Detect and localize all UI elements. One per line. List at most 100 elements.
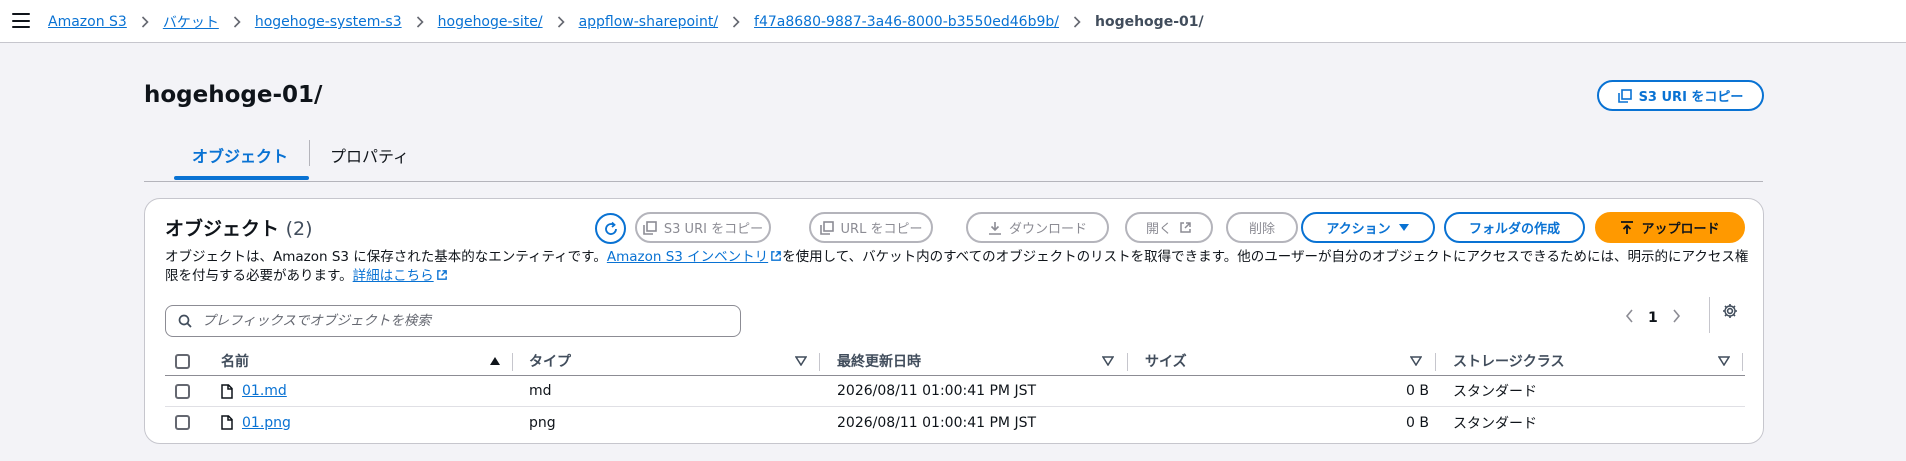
copy-icon: [643, 220, 657, 235]
breadcrumb-bucket[interactable]: hogehoge-system-s3: [255, 14, 402, 30]
tab-bar: オブジェクト プロパティ: [144, 134, 1763, 182]
object-storage-class: スタンダード: [1453, 415, 1537, 432]
object-name-link[interactable]: 01.md: [242, 383, 287, 399]
external-link-icon: [1180, 222, 1191, 233]
gear-icon: [1723, 304, 1737, 318]
active-tab-indicator: [174, 176, 309, 180]
column-header-storage-class[interactable]: ストレージクラス: [1453, 347, 1564, 375]
description-text-1: オブジェクトは、Amazon S3 に保存された基本的なエンティティです。: [165, 249, 607, 265]
download-icon: [988, 221, 1001, 235]
page-title: hogehoge-01/: [144, 82, 323, 108]
chevron-right-icon: [557, 16, 565, 28]
delete-button[interactable]: 削除: [1226, 212, 1298, 243]
search-input[interactable]: [202, 313, 722, 329]
chevron-right-icon: [1073, 16, 1081, 28]
copy-s3-uri-header-button[interactable]: S3 URI をコピー: [1597, 80, 1764, 111]
column-header-last-modified[interactable]: 最終更新日時: [837, 347, 921, 375]
copy-s3-uri-label: S3 URI をコピー: [663, 222, 764, 237]
table-preferences-button[interactable]: [1722, 303, 1738, 323]
object-name-link[interactable]: 01.png: [242, 415, 291, 431]
object-type: png: [529, 414, 556, 431]
learn-more-link-text: 詳細はこちら: [352, 268, 434, 284]
column-header-type[interactable]: タイプ: [529, 347, 571, 375]
pagination: 1: [1625, 309, 1681, 327]
upload-label: アップロード: [1641, 222, 1720, 237]
download-button[interactable]: ダウンロード: [966, 212, 1109, 243]
objects-table: 名前 タイプ 最終更新日時 サイズ ストレージクラス 01.md md 2026…: [165, 347, 1745, 438]
actions-dropdown-button[interactable]: アクション: [1301, 212, 1435, 243]
open-label: 開く: [1145, 222, 1172, 237]
inventory-link-text: Amazon S3 インベントリ: [606, 249, 769, 265]
breadcrumb-current: hogehoge-01/: [1094, 14, 1204, 30]
copy-url-button[interactable]: URL をコピー: [809, 212, 933, 243]
sort-ascending-icon[interactable]: [489, 356, 501, 366]
learn-more-link[interactable]: 詳細はこちら: [353, 268, 448, 284]
table-row: 01.png png 2026/08/11 01:00:41 PM JST 0 …: [165, 407, 1745, 438]
sort-icon[interactable]: [1718, 356, 1730, 366]
create-folder-label: フォルダの作成: [1468, 222, 1560, 237]
tab-properties[interactable]: プロパティ: [330, 143, 409, 167]
sort-icon[interactable]: [795, 356, 807, 366]
row-checkbox[interactable]: [175, 383, 190, 399]
objects-description: オブジェクトは、Amazon S3 に保存された基本的なエンティティです。Ama…: [165, 248, 1755, 286]
copy-s3-uri-button[interactable]: S3 URI をコピー: [635, 212, 771, 243]
chevron-right-icon: [141, 16, 149, 28]
table-header-row: 名前 タイプ 最終更新日時 サイズ ストレージクラス: [165, 347, 1745, 376]
column-divider: [1127, 353, 1128, 371]
external-link-icon: [436, 270, 447, 280]
caret-down-icon: [1398, 224, 1409, 231]
breadcrumb-buckets[interactable]: バケット: [163, 12, 219, 32]
breadcrumb-folder-site[interactable]: hogehoge-site/: [438, 14, 543, 30]
pagination-divider: [1709, 297, 1710, 333]
inventory-link[interactable]: Amazon S3 インベントリ: [607, 249, 782, 265]
row-checkbox[interactable]: [175, 415, 190, 430]
table-row: 01.md md 2026/08/11 01:00:41 PM JST 0 B …: [165, 376, 1745, 407]
column-divider: [819, 353, 820, 371]
objects-count: (2): [285, 218, 313, 240]
top-navigation-bar: Amazon S3 バケット hogehoge-system-s3 hogeho…: [0, 0, 1906, 43]
object-last-modified: 2026/08/11 01:00:41 PM JST: [837, 414, 1037, 431]
sort-icon[interactable]: [1102, 356, 1114, 366]
object-size: 0 B: [1406, 383, 1429, 399]
open-button[interactable]: 開く: [1125, 212, 1213, 243]
menu-icon[interactable]: [12, 13, 30, 28]
search-box: [165, 305, 741, 337]
sort-icon[interactable]: [1410, 356, 1422, 366]
objects-container: オブジェクト (2) S3 URI をコピー URL をコピー ダウンロード 開…: [144, 198, 1764, 444]
current-page-number[interactable]: 1: [1648, 310, 1658, 326]
file-icon: [221, 383, 233, 399]
column-divider: [1742, 353, 1743, 371]
breadcrumb-folder-appflow[interactable]: appflow-sharepoint/: [579, 14, 718, 30]
copy-icon: [819, 220, 834, 235]
tab-divider: [309, 140, 310, 166]
create-folder-button[interactable]: フォルダの作成: [1444, 212, 1585, 243]
object-size: 0 B: [1406, 414, 1429, 431]
chevron-right-icon: [416, 16, 424, 28]
delete-label: 削除: [1248, 222, 1275, 237]
previous-page-button[interactable]: [1625, 309, 1634, 327]
download-label: ダウンロード: [1008, 222, 1087, 237]
select-all-checkbox[interactable]: [175, 353, 190, 369]
column-header-size[interactable]: サイズ: [1145, 347, 1187, 375]
object-type: md: [529, 383, 552, 399]
copy-url-label: URL をコピー: [840, 222, 923, 237]
breadcrumb-folder-uuid[interactable]: f47a8680-9887-3a46-8000-b3550ed46b9b/: [754, 14, 1059, 30]
search-icon: [178, 314, 192, 328]
breadcrumb: Amazon S3 バケット hogehoge-system-s3 hogeho…: [48, 12, 1204, 32]
object-last-modified: 2026/08/11 01:00:41 PM JST: [837, 383, 1037, 399]
actions-label: アクション: [1326, 222, 1391, 237]
upload-icon: [1621, 220, 1634, 234]
chevron-right-icon: [233, 16, 241, 28]
external-link-icon: [771, 251, 782, 261]
breadcrumb-amazon-s3[interactable]: Amazon S3: [48, 14, 127, 30]
refresh-button[interactable]: [595, 213, 626, 244]
object-storage-class: スタンダード: [1453, 384, 1537, 400]
chevron-right-icon: [732, 16, 740, 28]
next-page-button[interactable]: [1672, 309, 1681, 327]
tab-objects[interactable]: オブジェクト: [192, 143, 288, 167]
column-header-name[interactable]: 名前: [221, 347, 249, 375]
objects-heading-text: オブジェクト: [165, 218, 280, 240]
refresh-icon: [604, 221, 617, 235]
chevron-left-icon: [1625, 309, 1633, 323]
upload-button[interactable]: アップロード: [1595, 212, 1745, 243]
